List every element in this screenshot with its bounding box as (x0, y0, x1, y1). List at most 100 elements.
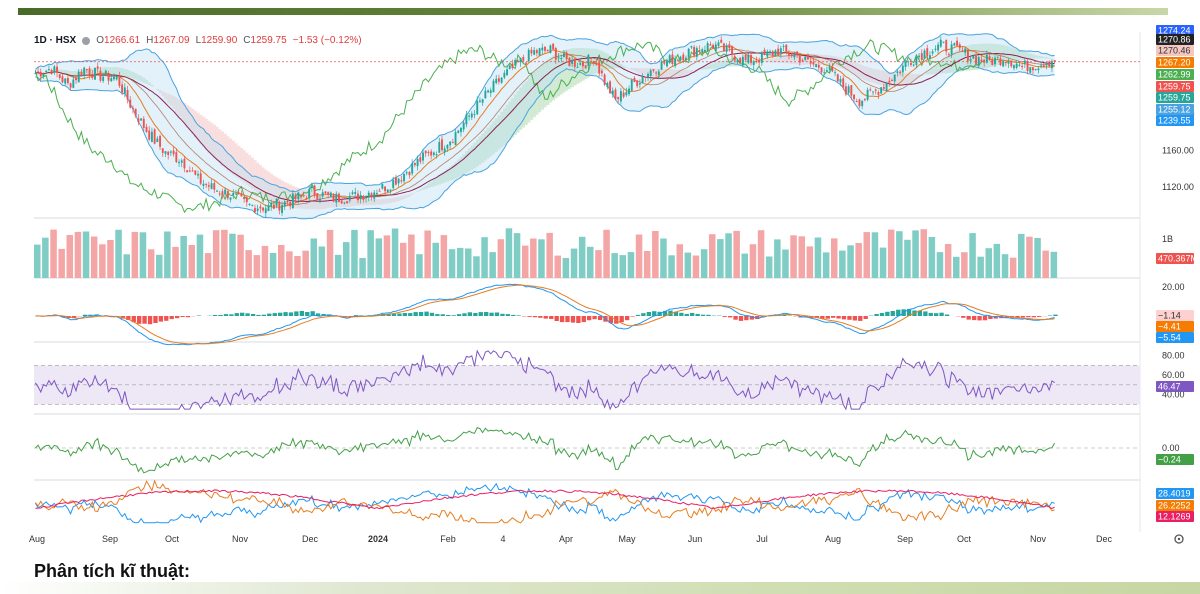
price-badge[interactable]: 28.4019 (1156, 488, 1194, 499)
candle-body (408, 172, 411, 176)
price-badge[interactable]: 12.1269 (1156, 511, 1194, 522)
candle-body (232, 192, 235, 195)
price-badge[interactable]: 1267.20 (1156, 57, 1194, 68)
price-badge[interactable]: 1259.75 (1156, 81, 1194, 92)
candle-body (747, 54, 750, 63)
candle-body (774, 50, 777, 56)
price-badge[interactable]: 1239.55 (1156, 115, 1194, 126)
candle-body (666, 61, 668, 67)
candle-body (904, 61, 907, 67)
candle-body (1040, 65, 1043, 67)
candle-body (828, 66, 831, 70)
candle-body (544, 46, 546, 51)
price-badge[interactable]: −4.41 (1156, 321, 1194, 332)
candle-body (522, 57, 525, 61)
candle-body (1013, 65, 1015, 69)
candle-body (153, 129, 156, 144)
volume-bar (733, 230, 740, 278)
volume-bar (489, 252, 496, 278)
macd-tick-label: 20.00 (1162, 282, 1185, 292)
candle-body (218, 193, 221, 195)
volume-bar (660, 238, 667, 278)
volume-bar (1042, 250, 1049, 278)
price-badge[interactable]: 470.367M (1156, 253, 1198, 264)
candle-body (525, 62, 527, 64)
candle-body (590, 57, 593, 59)
candle-body (685, 57, 687, 60)
candle-body (872, 91, 874, 93)
x-axis-label: Oct (957, 534, 972, 544)
candle-body (725, 45, 728, 52)
volume-bar (578, 236, 586, 278)
gear-icon[interactable] (1174, 534, 1184, 544)
candle-body (335, 193, 338, 203)
candle-body (373, 192, 376, 199)
price-badge[interactable]: 1262.99 (1156, 69, 1194, 80)
candle-body (619, 91, 622, 102)
candle-body (926, 48, 929, 57)
price-badge[interactable]: 1270.46 (1156, 45, 1194, 56)
price-badge-text: 28.4019 (1158, 489, 1191, 499)
candle-body (340, 200, 343, 204)
price-badge[interactable]: −0.24 (1156, 454, 1194, 465)
price-badge[interactable]: 46.47 (1156, 381, 1194, 392)
candle-body (327, 192, 330, 195)
volume-bar (196, 234, 204, 278)
candle-body (291, 193, 294, 209)
macd-hist-bar (977, 316, 982, 321)
price-badge[interactable]: −5.54 (1156, 332, 1194, 343)
candle-body (104, 70, 107, 76)
candle-body (790, 54, 793, 57)
macd-hist-bar (240, 312, 245, 316)
macd-hist-bar (440, 314, 445, 316)
candle-body (842, 78, 845, 88)
macd-hist-bar (435, 314, 440, 316)
candle-body (500, 77, 503, 83)
candle-body (994, 57, 996, 65)
candle-body (969, 58, 972, 61)
price-badge[interactable]: 1270.86 (1156, 34, 1194, 45)
candle-body (996, 56, 999, 58)
low-value: 1259.90 (201, 35, 238, 46)
candle-body (427, 152, 430, 153)
macd-hist-bar (223, 314, 229, 316)
macd-hist-bar (462, 313, 467, 316)
change-value: −1.53 (−0.12%) (292, 35, 362, 46)
high-value: 1267.09 (153, 35, 190, 46)
price-badge[interactable]: 1259.75 (1156, 92, 1194, 103)
candle-body (492, 80, 495, 93)
dmi-minus-line (35, 479, 1055, 524)
macd-hist-bar (305, 312, 310, 316)
chart-area[interactable]: 1200.001160.001120.001B20.0080.0060.0040… (0, 20, 1200, 550)
macd-hist-bar (532, 316, 538, 318)
candle-body (853, 94, 855, 100)
macd-hist-bar (418, 312, 424, 316)
volume-bar (156, 254, 163, 278)
candle-body (58, 74, 61, 78)
candle-body (782, 45, 785, 47)
price-badge[interactable]: 26.2252 (1156, 500, 1194, 511)
volume-bar (538, 239, 545, 278)
macd-hist-bar (473, 313, 478, 316)
candle-body (454, 132, 457, 145)
volume-bars (34, 228, 1058, 278)
candle-body (1010, 60, 1013, 67)
volume-bar (635, 234, 643, 278)
candle-body (324, 191, 327, 194)
candle-body (50, 70, 53, 74)
symbol-label[interactable]: 1D · HSX (34, 35, 76, 46)
price-badge-text: 1239.55 (1158, 116, 1191, 126)
price-badge[interactable]: −1.14 (1156, 310, 1194, 321)
candle-body (370, 193, 373, 198)
volume-bar (969, 233, 976, 278)
volume-bar (383, 235, 391, 278)
price-badge[interactable]: 1255.12 (1156, 104, 1194, 115)
x-axis-label: Apr (559, 534, 573, 544)
candle-body (896, 71, 899, 73)
candle-body (1007, 61, 1010, 64)
x-axis-label: Aug (825, 534, 841, 544)
x-axis-label: Sep (102, 534, 118, 544)
chart-svg[interactable]: 1200.001160.001120.001B20.0080.0060.0040… (0, 20, 1200, 550)
eye-icon[interactable] (82, 36, 91, 45)
macd-hist-bar (1047, 315, 1053, 316)
